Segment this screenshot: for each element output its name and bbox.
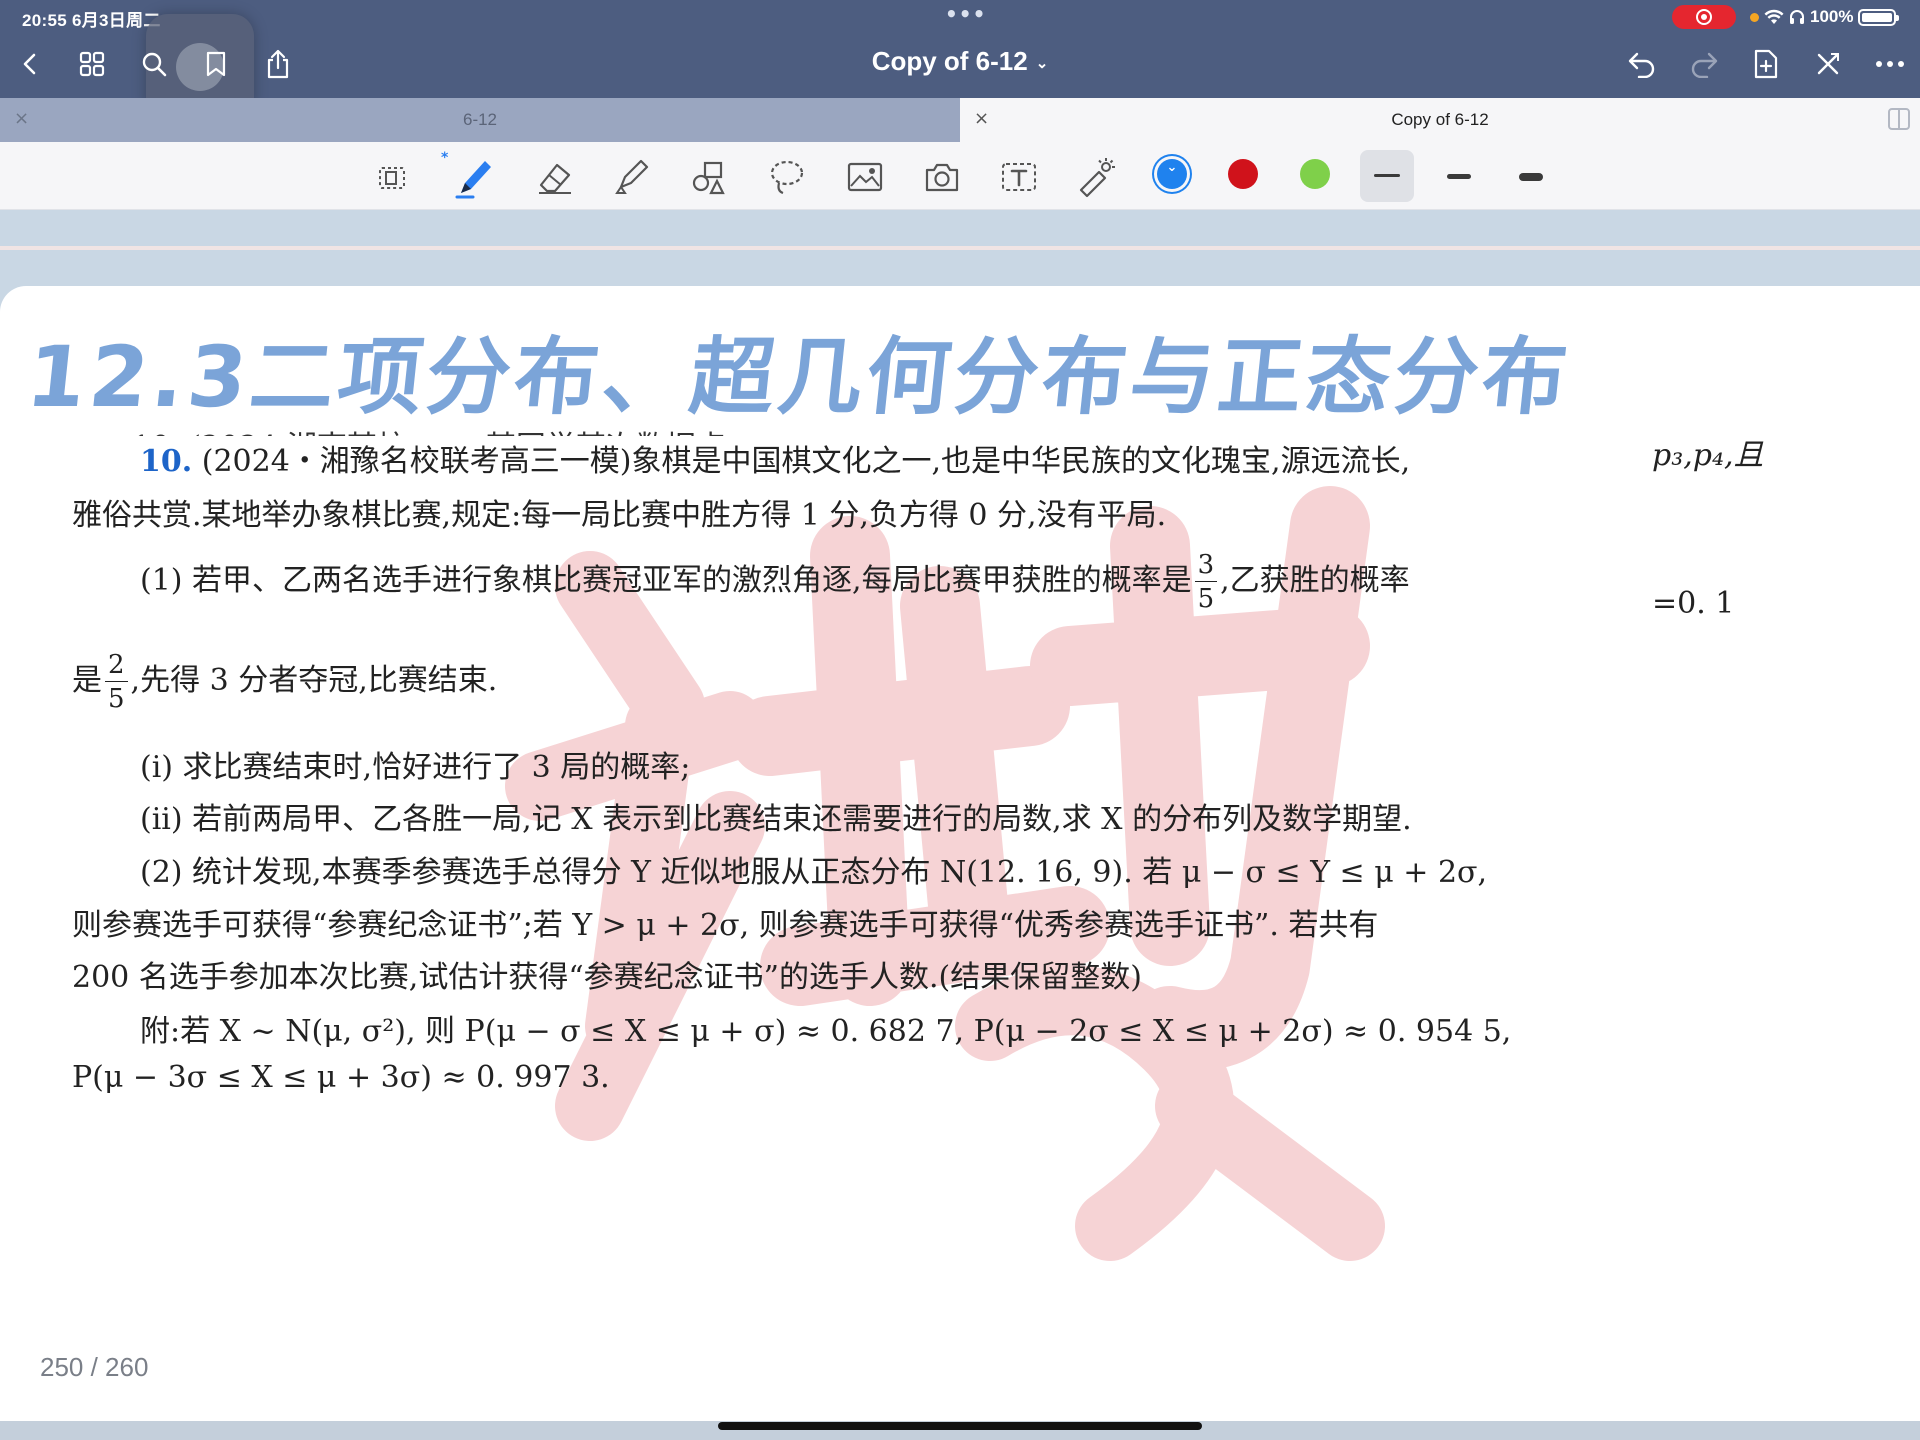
wifi-icon [1764,9,1784,24]
grid-view-icon[interactable] [70,42,114,86]
part2-line-3: 200 名选手参加本次比赛,试估计获得“参赛纪念证书”的选手人数.(结果保留整数… [72,960,1142,995]
color-blue-swatch[interactable] [1157,159,1187,189]
camera-icon[interactable] [917,152,967,202]
overlap-fragment-right: p₃,p₄,且 [1652,438,1764,473]
battery-icon [1858,8,1900,26]
fraction-2-5: 25 [105,652,128,712]
bluetooth-icon: * [441,150,449,166]
screen-recording-indicator[interactable] [1672,5,1736,29]
undo-icon[interactable] [1620,42,1664,86]
status-right: 100% [1750,5,1900,29]
status-time: 20:55 6月3日周二 [22,11,161,30]
chevron-down-icon: ⌄ [1035,55,1049,73]
page-indicator: 250 / 260 [40,1352,149,1382]
document-title-text: Copy of 6-12 [871,46,1028,76]
tab-label: 6-12 [462,110,498,129]
search-icon[interactable] [132,42,176,86]
eraser-icon[interactable] [530,152,580,202]
fraction-3-5: 35 [1194,552,1218,612]
shapes-icon[interactable] [684,152,734,202]
question-text: (2024・湘豫名校联考高三一模)象棋是中国棋文化之一,也是中华民族的文化瑰宝,… [201,444,1411,479]
more-options-icon[interactable] [1868,42,1912,86]
tab-label: Copy of 6-12 [1391,110,1489,129]
back-icon[interactable] [8,42,52,86]
question-line-2: 雅俗共赏.某地举办象棋比赛,规定:每一局比赛中胜方得 1 分,负方得 0 分,没… [72,498,1167,533]
color-red-swatch[interactable] [1228,159,1258,189]
tab-copy-of-6-12[interactable]: × Copy of 6-12 [960,98,1920,142]
part1-text-a: (1) 若甲、乙两名选手进行象棋比赛冠亚军的激烈角逐,每局比赛甲获胜的概率是 [140,563,1192,598]
add-page-icon[interactable] [1744,42,1788,86]
split-view-icon[interactable] [1888,108,1910,130]
record-icon [1696,9,1712,25]
stroke-thick-option[interactable] [1519,173,1543,181]
close-editing-icon[interactable] [1806,42,1850,86]
appendix-line-1: 附:若 X ~ N(μ, σ²), 则 P(μ − σ ≤ X ≤ μ + σ)… [140,1014,1512,1049]
top-bar: 20:55 6月3日周二 ••• 100% Copy of 6-12 ⌄ [0,0,1920,120]
battery-percent: 100% [1810,7,1854,26]
part2-line-2: 则参赛选手可获得“参赛纪念证书”;若 Y > μ + 2σ, 则参赛选手可获得“… [72,908,1379,943]
part1-line-2: 是 2 5 ,先得 3 分者夺冠,比赛结束. [72,650,498,714]
sub-question-i: (i) 求比赛结束时,恰好进行了 3 局的概率; [140,750,691,785]
lasso-select-icon[interactable] [368,152,418,202]
stroke-thin-option[interactable] [1360,150,1414,202]
document-tabs: × 6-12 × Copy of 6-12 [0,98,1920,142]
question-number: 10. [140,444,193,479]
home-indicator[interactable] [718,1422,1202,1430]
document-title[interactable]: Copy of 6-12 ⌄ [760,46,1160,77]
question-intro-line: 10. (2024・湘豫名校联考高三一模)象棋是中国棋文化之一,也是中华民族的文… [140,436,1410,480]
part1-line-1: (1) 若甲、乙两名选手进行象棋比赛冠亚军的激烈角逐,每局比赛甲获胜的概率是 3 5… [140,552,1410,612]
stroke-medium-option[interactable] [1447,174,1471,179]
document-page[interactable]: 12.3二项分布、超几何分布与正态分布 10. (2024·湖南某校 …… 某同… [0,286,1920,1421]
annotation-toolbar: * [0,142,1920,210]
text-icon[interactable] [994,152,1044,202]
sub-question-ii: (ii) 若前两局甲、乙各胜一局,记 X 表示到比赛结束还需要进行的局数,求 X… [140,802,1412,837]
part1-text-b: ,乙获胜的概率 [1220,563,1410,598]
color-green-swatch[interactable] [1300,159,1330,189]
appendix-line-2: P(μ − 3σ ≤ X ≤ μ + 3σ) ≈ 0. 997 3. [72,1060,610,1095]
clipped-text-line: 10. (2024·湖南某校 …… 某同学某次数据点 …… [132,422,795,436]
overlap-value-right: =0. 1 [1652,586,1735,621]
page-headline: 12.3二项分布、超几何分布与正态分布 [22,328,1576,426]
lasso-icon[interactable] [762,152,812,202]
image-icon[interactable] [840,152,890,202]
multitask-dots[interactable]: ••• [945,2,986,26]
redo-icon[interactable] [1682,42,1726,86]
tab-6-12[interactable]: × 6-12 [0,98,960,142]
laser-pointer-icon[interactable] [1071,152,1121,202]
pen-icon[interactable] [450,152,500,202]
page-gap-line [0,246,1920,250]
headphones-icon [1790,10,1804,24]
mic-indicator-dot [1750,12,1759,22]
share-icon[interactable] [256,42,300,86]
bookmark-icon[interactable] [194,42,238,86]
highlighter-icon[interactable] [606,152,656,202]
part2-line-1: (2) 统计发现,本赛季参赛选手总得分 Y 近似地服从正态分布 N(12. 16… [140,855,1488,890]
